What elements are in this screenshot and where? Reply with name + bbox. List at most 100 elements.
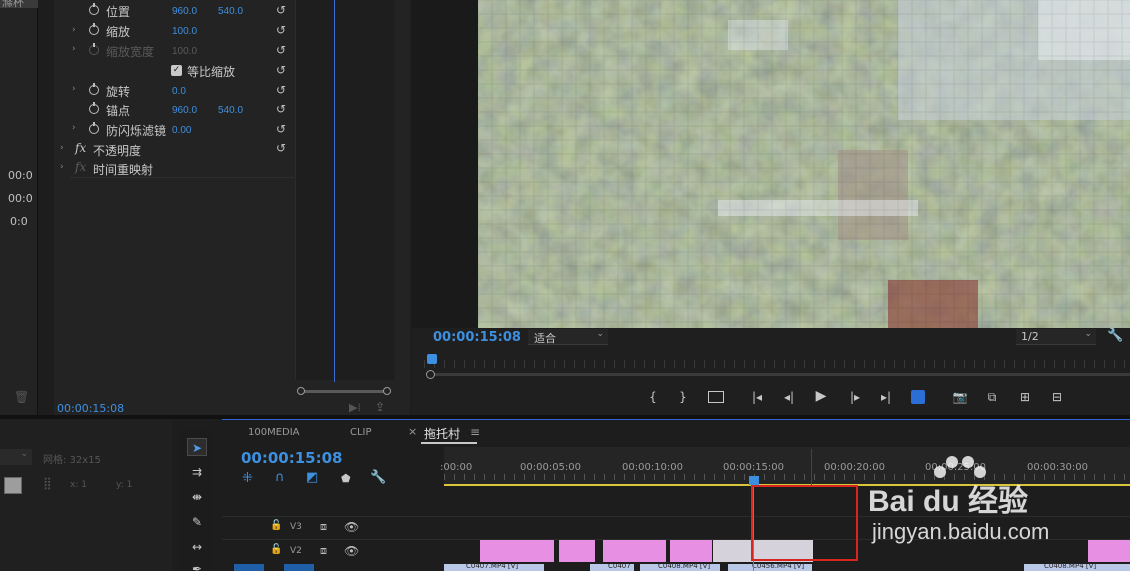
effect-controls-timecode[interactable]: 00:00:15:08 [57, 402, 124, 415]
scroll-handle-left[interactable] [297, 387, 305, 395]
v1-source-indicator[interactable] [284, 564, 314, 571]
program-timecode[interactable]: 00:00:15:08 [433, 330, 521, 345]
close-tab-icon[interactable]: × [408, 425, 417, 438]
timeline-timecode[interactable]: 00:00:15:08 [241, 449, 343, 467]
scroll-handle-right[interactable] [383, 387, 391, 395]
v2-clip[interactable] [603, 540, 666, 562]
reset-icon[interactable]: ↺ [276, 24, 288, 36]
compare-icon[interactable]: ⧉ [983, 390, 1001, 404]
quality-dropdown[interactable]: 1/2 ⌄ [1016, 329, 1096, 345]
v1-clip[interactable]: C0407.MP4 [V] [444, 562, 544, 571]
color-swatch[interactable] [4, 477, 22, 494]
left-timecode-1: 00:0 [8, 169, 33, 182]
video-preview[interactable] [478, 0, 1130, 328]
sync-lock-icon[interactable]: ⧈ [320, 544, 327, 558]
wrench-icon[interactable]: 🔧 [1107, 328, 1123, 343]
lock-icon[interactable]: 🔓 [270, 544, 282, 555]
ripple-edit-tool-icon[interactable]: ⇼ [187, 488, 207, 506]
effect-zoom-scroll[interactable] [300, 390, 390, 393]
reset-icon[interactable]: ↺ [276, 84, 288, 96]
position-y-value[interactable]: 540.0 [218, 6, 243, 17]
eye-icon[interactable]: 👁 [344, 520, 359, 534]
lock-icon[interactable]: 🔓 [270, 520, 282, 531]
play-icon[interactable]: ▶ [812, 389, 830, 403]
track-label-v2[interactable]: V2 [290, 546, 302, 556]
reset-icon[interactable]: ↺ [276, 4, 288, 16]
ruler-label: 00:00:30:00 [1027, 462, 1089, 473]
anti-flicker-value[interactable]: 0.00 [172, 125, 191, 136]
position-x-value[interactable]: 960.0 [172, 6, 197, 17]
snap-icon[interactable]: ∩ [275, 470, 285, 485]
reset-icon[interactable]: ↺ [276, 142, 288, 154]
trash-icon[interactable]: 🗑 [14, 390, 29, 404]
selection-tool-icon[interactable]: ➤ [187, 438, 207, 456]
monitor-ruler[interactable] [424, 360, 1130, 368]
panel-menu-icon[interactable]: ≡ [470, 425, 480, 439]
linked-selection-icon[interactable]: ◩ [306, 470, 318, 485]
mark-out-icon[interactable]: } [676, 390, 690, 404]
left-dropdown[interactable]: ⌄ [0, 449, 32, 465]
v2-clip[interactable] [559, 540, 595, 562]
fit-dropdown[interactable]: 适合 ⌄ [528, 329, 608, 345]
chevron-right-icon[interactable]: › [60, 143, 64, 153]
export-icon[interactable]: ⇪ [375, 400, 385, 414]
mark-in-icon[interactable]: { [646, 390, 660, 404]
chevron-right-icon[interactable]: › [60, 162, 64, 172]
v2-clip[interactable] [670, 540, 712, 562]
stopwatch-icon[interactable] [89, 102, 99, 114]
stopwatch-icon[interactable] [89, 83, 99, 95]
reset-icon[interactable]: ↺ [276, 44, 288, 56]
v1-clip[interactable]: C0407 [590, 562, 634, 571]
sync-lock-icon[interactable]: ⧈ [320, 520, 327, 534]
monitor-playhead[interactable] [427, 354, 437, 364]
nest-icon[interactable]: ⁜ [242, 471, 253, 486]
razor-tool-icon[interactable]: ✎ [187, 513, 207, 531]
pen-tool-icon[interactable]: ✒ [187, 560, 207, 571]
monitor-scroll-handle[interactable] [426, 370, 435, 379]
v1-clip[interactable]: C0456.MP4 [V] [728, 562, 812, 571]
v2-clip[interactable] [480, 540, 554, 562]
scale-value[interactable]: 100.0 [172, 26, 197, 37]
play-audio-icon[interactable]: ▶⁞ [349, 401, 361, 414]
v1-clip[interactable]: C0408.MP4 [V] [640, 562, 720, 571]
marker-icon[interactable]: ⬟ [341, 472, 351, 485]
tab-100media[interactable]: 100MEDIA [248, 427, 300, 438]
go-to-in-icon[interactable]: |◂ [748, 390, 766, 404]
monitor-scroll-bar[interactable] [431, 373, 1130, 376]
timeline-playhead-head[interactable] [749, 476, 759, 485]
reset-icon[interactable]: ↺ [276, 64, 288, 76]
loop-icon[interactable] [911, 390, 925, 404]
anchor-x-value[interactable]: 960.0 [172, 105, 197, 116]
stopwatch-icon[interactable] [89, 23, 99, 35]
v2-clip[interactable] [1088, 540, 1130, 562]
tab-sequence[interactable]: 拖托村 [424, 425, 460, 442]
effect-playhead [334, 0, 335, 382]
camera-icon[interactable]: 📷 [951, 390, 969, 404]
eye-icon[interactable]: 👁 [344, 544, 359, 558]
stopwatch-icon[interactable] [89, 122, 99, 134]
chevron-right-icon[interactable]: › [72, 84, 76, 94]
step-forward-icon[interactable]: |▸ [846, 390, 864, 404]
chevron-right-icon[interactable]: › [72, 25, 76, 35]
overwrite-icon[interactable]: ⊟ [1047, 390, 1067, 404]
reset-icon[interactable]: ↺ [276, 123, 288, 135]
track-select-tool-icon[interactable]: ⇉ [187, 463, 207, 481]
chevron-right-icon[interactable]: › [72, 123, 76, 133]
slip-tool-icon[interactable]: ↔ [187, 538, 207, 556]
uniform-scale-checkbox[interactable]: ✓ [171, 65, 182, 76]
v1-clip[interactable]: C0408.MP4 [V] [1024, 562, 1130, 571]
step-back-icon[interactable]: ◂| [780, 390, 798, 404]
safe-margins-icon[interactable] [708, 391, 724, 403]
timeline-settings-icon[interactable]: 🔧 [370, 470, 386, 485]
grid-icon[interactable]: ⣿ [43, 476, 52, 490]
reset-icon[interactable]: ↺ [276, 103, 288, 115]
tab-clip[interactable]: CLIP [350, 427, 372, 438]
rotation-value[interactable]: 0.0 [172, 86, 186, 97]
v1-target-indicator[interactable] [234, 564, 264, 571]
insert-icon[interactable]: ⊞ [1015, 390, 1035, 404]
anchor-y-value[interactable]: 540.0 [218, 105, 243, 116]
go-to-out-icon[interactable]: ▸| [877, 390, 895, 404]
chevron-right-icon[interactable]: › [72, 44, 76, 54]
track-label-v3[interactable]: V3 [290, 522, 302, 532]
stopwatch-icon[interactable] [89, 3, 99, 15]
